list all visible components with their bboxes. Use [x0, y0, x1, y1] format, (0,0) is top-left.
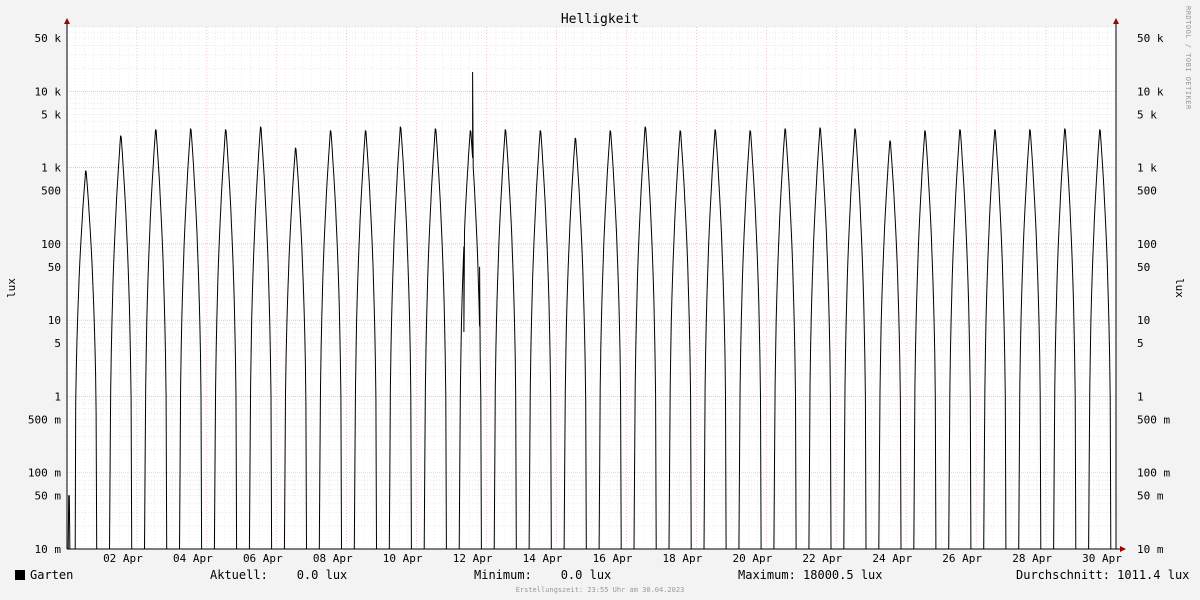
y-tick-label-left: 10: [48, 314, 61, 327]
y-tick-label-left: 500: [41, 185, 61, 198]
x-tick-label: 28 Apr: [1012, 552, 1052, 565]
y-tick-label-left: 100: [41, 238, 61, 251]
y-axis-label-right: lux: [1173, 278, 1186, 298]
y-tick-label-left: 10 k: [35, 85, 62, 98]
x-tick-label: 26 Apr: [942, 552, 982, 565]
y-tick-label-right: 5: [1137, 337, 1144, 350]
x-tick-label: 22 Apr: [802, 552, 842, 565]
y-tick-label-right: 100 m: [1137, 467, 1170, 480]
x-tick-label: 10 Apr: [383, 552, 423, 565]
y-axis-right-ticks: 10 m 50 m 100 m 500 m 1 5 10 50 100 500 1 k 5 k 10 k…: [1137, 32, 1170, 556]
x-tick-label: 08 Apr: [313, 552, 353, 565]
x-axis-arrow: [1120, 546, 1126, 552]
legend-average: Durchschnitt: 1011.4 lux: [1016, 568, 1190, 582]
legend-minimum: Minimum: 0.0 lux: [474, 568, 612, 582]
y-tick-label-left: 10 m: [35, 543, 62, 556]
x-tick-label: 14 Apr: [523, 552, 563, 565]
legend-current: Aktuell: 0.0 lux: [210, 568, 348, 582]
y-tick-label-right: 500: [1137, 185, 1157, 198]
y-tick-label-left: 5: [54, 337, 61, 350]
y-tick-label-right: 500 m: [1137, 413, 1170, 426]
y-tick-label-right: 10: [1137, 314, 1150, 327]
legend-swatch: [15, 570, 25, 580]
y-tick-label-right: 50 m: [1137, 490, 1164, 503]
y-tick-label-right: 5 k: [1137, 108, 1157, 121]
y-tick-label-right: 10 k: [1137, 85, 1164, 98]
y-tick-label-left: 500 m: [28, 413, 61, 426]
x-tick-label: 06 Apr: [243, 552, 283, 565]
rrd-chart-panel: 02 Apr 04 Apr 06 Apr 08 Apr 10 Apr 12 Apr 14 A…: [0, 0, 1200, 600]
x-axis-ticks: 02 Apr 04 Apr 06 Apr 08 Apr 10 Apr 12 Apr 14 A…: [103, 552, 1122, 565]
y-axis-arrow-left: [64, 18, 70, 24]
legend-series-name: Garten: [30, 568, 74, 582]
y-tick-label-left: 50 k: [35, 32, 62, 45]
x-tick-label: 12 Apr: [453, 552, 493, 565]
y-axis-label-left: lux: [5, 278, 18, 298]
y-tick-label-right: 100: [1137, 238, 1157, 251]
y-tick-label-right: 50: [1137, 261, 1150, 274]
chart-title: Helligkeit: [561, 12, 639, 27]
y-tick-label-left: 1: [54, 390, 61, 403]
legend-maximum: Maximum: 18000.5 lux: [738, 568, 883, 582]
y-tick-label-left: 50: [48, 261, 61, 274]
y-tick-label-right: 1: [1137, 390, 1144, 403]
y-tick-label-right: 50 k: [1137, 32, 1164, 45]
chart-svg: 02 Apr 04 Apr 06 Apr 08 Apr 10 Apr 12 Apr 14 A…: [5, 12, 1186, 565]
x-tick-label: 30 Apr: [1082, 552, 1122, 565]
y-tick-label-right: 1 k: [1137, 162, 1157, 175]
rrdtool-watermark: RRDTOOL / TOBI OETIKER: [1184, 6, 1192, 110]
creation-time-footer: Erstellungszeit: 23:55 Uhr am 30.04.2023: [515, 586, 685, 594]
x-tick-label: 18 Apr: [663, 552, 703, 565]
y-tick-label-left: 1 k: [41, 162, 61, 175]
y-tick-label-left: 50 m: [35, 490, 62, 503]
y-axis-arrow-right: [1113, 18, 1119, 24]
x-tick-label: 20 Apr: [732, 552, 772, 565]
y-tick-label-left: 5 k: [41, 108, 61, 121]
y-tick-label-right: 10 m: [1137, 543, 1164, 556]
x-tick-label: 24 Apr: [872, 552, 912, 565]
y-tick-label-left: 100 m: [28, 467, 61, 480]
x-tick-label: 16 Apr: [593, 552, 633, 565]
y-axis-left-ticks: 10 m 50 m 100 m 500 m 1 5 10 50 100 500 1 k 5 k 10 k…: [28, 32, 61, 556]
x-tick-label: 04 Apr: [173, 552, 213, 565]
x-tick-label: 02 Apr: [103, 552, 143, 565]
